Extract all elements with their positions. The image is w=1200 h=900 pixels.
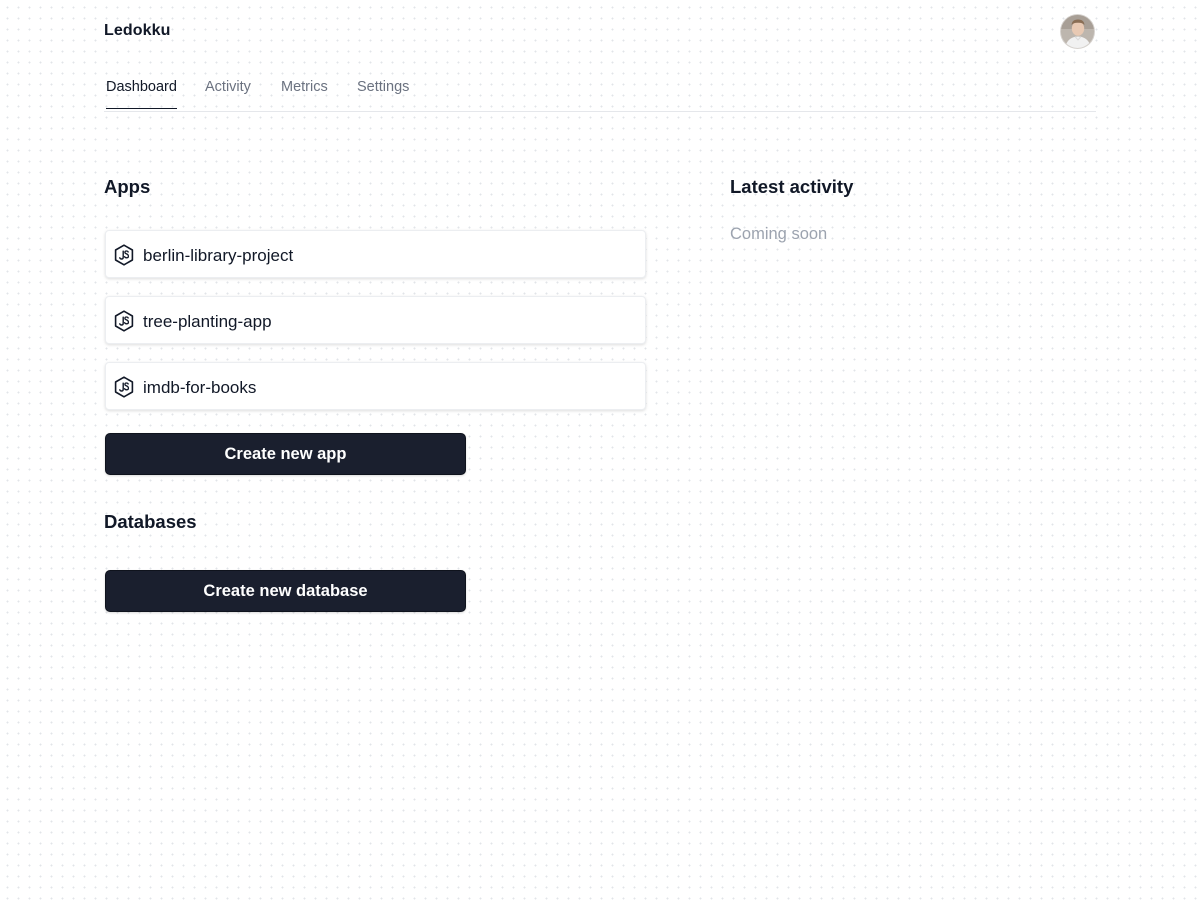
avatar-photo-icon — [1061, 15, 1094, 48]
app-name: imdb-for-books — [143, 378, 257, 397]
app-card[interactable]: imdb-for-books — [105, 362, 646, 410]
main-tabs: Dashboard Activity Metrics Settings — [104, 64, 1096, 112]
brand-logo-text[interactable]: Ledokku — [104, 22, 171, 40]
tab-dashboard[interactable]: Dashboard — [106, 79, 177, 109]
databases-section-title: Databases — [104, 511, 197, 532]
nodejs-icon — [114, 244, 134, 266]
nodejs-icon — [114, 376, 134, 398]
app-name: berlin-library-project — [143, 246, 294, 265]
tab-settings[interactable]: Settings — [357, 79, 409, 108]
apps-section-title: Apps — [104, 176, 151, 197]
app-name: tree-planting-app — [143, 312, 272, 331]
nodejs-icon — [114, 310, 134, 332]
tab-metrics[interactable]: Metrics — [281, 79, 328, 108]
create-new-database-button[interactable]: Create new database — [105, 570, 466, 612]
app-card[interactable]: tree-planting-app — [105, 296, 646, 344]
latest-activity-title: Latest activity — [730, 176, 854, 197]
create-new-app-button[interactable]: Create new app — [105, 433, 466, 475]
app-card[interactable]: berlin-library-project — [105, 230, 646, 278]
activity-placeholder-text: Coming soon — [730, 225, 828, 243]
tab-activity[interactable]: Activity — [205, 79, 251, 108]
user-avatar[interactable] — [1061, 15, 1094, 48]
